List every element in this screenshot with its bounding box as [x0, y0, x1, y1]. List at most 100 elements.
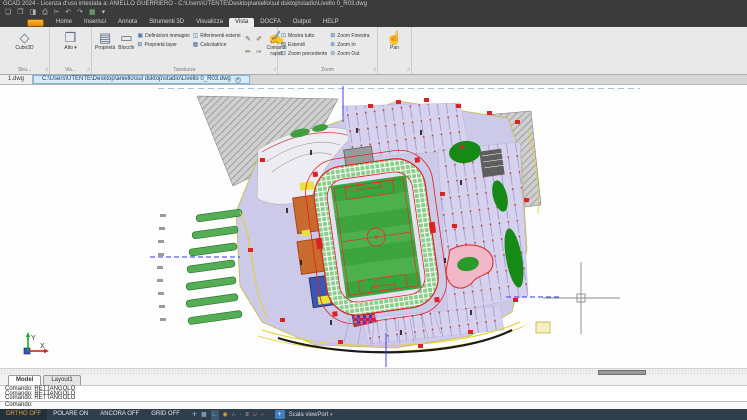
viewport-scale-control[interactable]: Scala viewPort ▾: [289, 412, 333, 418]
zoom-precedente-item[interactable]: ⊟ Zoom precedente: [281, 51, 327, 57]
zoom-in-icon: ⊕: [330, 42, 336, 48]
pan-button[interactable]: ☝ Pan: [381, 29, 408, 51]
panel-viste: ❒ Alto ▾ Vis... ◿: [50, 27, 92, 74]
app-logo[interactable]: [27, 19, 44, 27]
print-icon[interactable]: ⎙: [42, 8, 48, 18]
tab-docfa[interactable]: DOCFA: [254, 18, 287, 27]
definizioni-immagini-item[interactable]: ▣ Definizioni immagini: [137, 33, 189, 39]
zoom-in-item[interactable]: ⊕ Zoom In: [330, 42, 369, 48]
window-title: GCAD 2024 - Licenza d'uso intestata a: A…: [3, 1, 367, 7]
dialog-launcher-icon[interactable]: ◿: [273, 65, 276, 73]
layer-props-icon: ⊞: [137, 42, 143, 48]
estendi-item[interactable]: ⊠ Estendi: [281, 42, 327, 48]
blocchi-button[interactable]: ▭ Blocchi: [118, 29, 134, 51]
zoom-out-item[interactable]: ⊖ Zoom Out: [330, 51, 369, 57]
grid-toggle[interactable]: GRID OFF: [145, 409, 186, 420]
tab-inserisci[interactable]: Inserisci: [78, 18, 112, 27]
doc-tab-1dwg[interactable]: 1.dwg: [0, 75, 34, 84]
tab-visualizza[interactable]: Visualizza: [190, 18, 229, 27]
lock-icon[interactable]: ⌐: [261, 410, 265, 420]
mostra-tutto-item[interactable]: ⊡ Mostra tutto: [281, 33, 327, 39]
dialog-launcher-icon[interactable]: ◿: [407, 65, 410, 73]
group-label-tavolozze: Tavolozze: [173, 67, 196, 73]
lineweight-icon[interactable]: ≡: [245, 410, 249, 420]
cube3d-icon: ◇: [19, 30, 30, 45]
group-label-stru: Stru...: [17, 67, 32, 73]
proprieta-layer-item[interactable]: ⊞ Proprietà layer: [137, 42, 189, 48]
tab-annota[interactable]: Annota: [112, 18, 143, 27]
anchor-toggle[interactable]: ANCORA OFF: [94, 409, 145, 420]
magnet-icon[interactable]: ∪: [253, 410, 257, 420]
tab-vista[interactable]: Vista: [228, 18, 255, 27]
redo-icon[interactable]: ↷: [77, 8, 83, 18]
tab-home[interactable]: Home: [50, 18, 78, 27]
panel-tavolozze: ▤ Proprietà ▭ Blocchi ▣ Definizioni imma…: [92, 27, 287, 74]
undo-icon[interactable]: ↶: [65, 8, 71, 18]
ribbon-tab-bar: Home Inserisci Annota Strumenti 3D Visua…: [0, 18, 747, 27]
new-file-icon[interactable]: ❏: [5, 8, 11, 18]
zoom-window-icon: ⊞: [330, 33, 336, 39]
ucs-icon: Y X: [23, 332, 49, 355]
plot-icon[interactable]: ⌲: [54, 8, 59, 18]
image-def-icon: ▣: [137, 33, 144, 39]
proprieta-button[interactable]: ▤ Proprietà: [95, 29, 115, 51]
soccer-field: [330, 175, 422, 299]
pan-hand-icon: ☝: [386, 30, 403, 45]
otrack-icon[interactable]: ∙: [240, 410, 242, 420]
tab-help[interactable]: HELP: [317, 18, 345, 27]
command-history: Comando: RETTANGOLO Comando: RETTANGOLO …: [0, 386, 747, 401]
xref-icon: ◫: [192, 33, 199, 39]
match-prop-icon[interactable]: ✎: [244, 34, 253, 45]
horizontal-scrollbar[interactable]: [0, 368, 747, 375]
calculator-icon: ▦: [192, 42, 199, 48]
tab-model[interactable]: Model: [8, 375, 42, 385]
chevron-down-icon: ▾: [74, 45, 77, 51]
osnap-icon[interactable]: ∴: [232, 410, 236, 420]
add-viewport-button[interactable]: +: [274, 410, 285, 419]
qat-more-icon[interactable]: ▾: [102, 8, 106, 18]
ribbon: ◇ Cubo3D Stru... ◿ ❒ Alto ▾ Vis... ◿ ▤ Pro…: [0, 27, 747, 75]
zoom-extents-icon: ⊠: [281, 42, 287, 48]
doc-tab-active[interactable]: C:\Users\UTENTE\Desktop\aniello\sul dskt…: [33, 75, 250, 84]
quick-access-toolbar: ❏ ❐ ◨ ⎙ ⌲ ↶ ↷ ▦ ▾: [0, 8, 747, 18]
zoom-previous-icon: ⊟: [281, 51, 287, 57]
pen-icon[interactable]: ✏: [244, 47, 253, 58]
tab-strumenti3d[interactable]: Strumenti 3D: [143, 18, 190, 27]
snap-icon[interactable]: ✛: [192, 410, 197, 420]
blocks-icon: ▭: [120, 30, 133, 45]
drawing-canvas[interactable]: Y X: [0, 85, 747, 368]
brush-icon[interactable]: ✐: [255, 34, 264, 45]
tab-output[interactable]: Output: [287, 18, 317, 27]
stadium-site-plan: Y X: [23, 86, 640, 367]
zoom-all-icon: ⊡: [281, 33, 287, 39]
riferimenti-esterni-item[interactable]: ◫ Riferimenti esterni: [193, 33, 241, 39]
tab-layout1[interactable]: Layout1: [43, 375, 81, 385]
chevron-down-icon: ▾: [330, 411, 333, 418]
ortho-toggle[interactable]: ORTHO OFF: [0, 409, 48, 420]
crosshair-cursor: [543, 262, 620, 334]
close-icon[interactable]: ✕: [234, 76, 241, 83]
curb-ticks: [157, 214, 166, 321]
polar-toggle[interactable]: POLARE ON: [47, 409, 94, 420]
command-input[interactable]: Comando:: [0, 401, 747, 409]
title-bar: GCAD 2024 - Licenza d'uso intestata a: A…: [0, 0, 747, 8]
layer-table-icon[interactable]: ▦: [89, 8, 96, 18]
save-icon[interactable]: ◨: [30, 8, 37, 18]
alto-button[interactable]: ❒ Alto ▾: [53, 29, 88, 51]
polar-icon[interactable]: ◉: [223, 410, 228, 420]
calcolatrice-item[interactable]: ▦ Calcolatrice: [193, 42, 241, 48]
layout-tab-bar: Model Layout1: [0, 375, 747, 386]
open-file-icon[interactable]: ❐: [17, 8, 23, 18]
properties-icon: ▤: [99, 30, 112, 45]
ortho-mode-icon[interactable]: ∟: [210, 409, 219, 420]
grid-snap-icon[interactable]: ▦: [201, 410, 207, 420]
dialog-launcher-icon[interactable]: ◿: [45, 65, 48, 73]
document-tab-bar: 1.dwg C:\Users\UTENTE\Desktop\aniello\su…: [0, 75, 747, 85]
zoom-finestra-item[interactable]: ⊞ Zoom Finestra: [330, 33, 369, 39]
zoom-out-icon: ⊖: [330, 51, 336, 57]
marker-icon[interactable]: ✑: [255, 47, 264, 58]
command-prompt-label: Comando:: [5, 402, 33, 408]
dialog-launcher-icon[interactable]: ◿: [373, 65, 376, 73]
dialog-launcher-icon[interactable]: ◿: [87, 65, 90, 73]
cubo3d-button[interactable]: ◇ Cubo3D: [3, 29, 46, 51]
